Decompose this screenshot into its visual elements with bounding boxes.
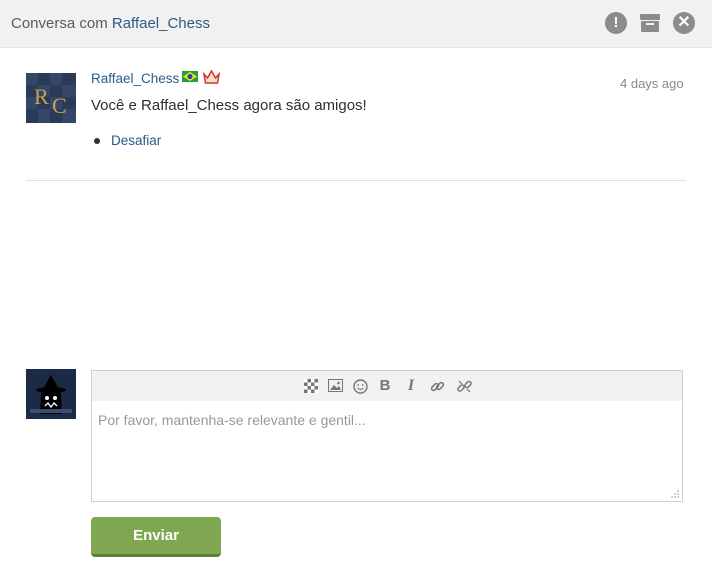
message-editor: B I Por favor, mantenha-se relevante e g… xyxy=(91,370,683,502)
resize-handle-icon[interactable] xyxy=(670,489,679,498)
editor-toolbar: B I xyxy=(92,371,682,401)
message-username[interactable]: Raffael_Chess xyxy=(91,71,179,86)
message-input[interactable]: Por favor, mantenha-se relevante e genti… xyxy=(98,412,366,428)
chat-title-username[interactable]: Raffael_Chess xyxy=(112,15,210,32)
brazil-flag-icon xyxy=(182,71,198,82)
unlink-icon[interactable] xyxy=(454,376,474,396)
chat-title: Conversa com Raffael_Chess xyxy=(11,15,210,32)
avatar-initial-r: R xyxy=(34,84,49,109)
message-text: Você e Raffael_Chess agora são amigos! xyxy=(91,97,367,114)
emoji-icon[interactable] xyxy=(350,376,370,396)
archive-icon[interactable] xyxy=(639,13,661,33)
avatar-initial-c: C xyxy=(52,93,67,118)
chat-title-prefix: Conversa com xyxy=(11,15,108,32)
user-avatar[interactable] xyxy=(26,369,76,419)
image-icon[interactable] xyxy=(325,376,345,396)
list-bullet xyxy=(94,138,100,144)
divider xyxy=(26,180,686,181)
message-timestamp: 4 days ago xyxy=(620,76,684,91)
challenge-link[interactable]: Desafiar xyxy=(111,133,161,148)
link-icon[interactable] xyxy=(427,376,447,396)
alert-icon[interactable]: ! xyxy=(605,12,627,34)
close-icon[interactable]: ✕ xyxy=(673,12,695,34)
board-icon[interactable] xyxy=(301,376,321,396)
crown-icon xyxy=(203,69,220,84)
send-button[interactable]: Enviar xyxy=(91,517,221,557)
bold-button[interactable]: B xyxy=(375,376,395,396)
avatar[interactable]: R C xyxy=(26,73,76,123)
italic-button[interactable]: I xyxy=(401,376,421,396)
chat-header: Conversa com Raffael_Chess ! ✕ xyxy=(0,0,712,48)
